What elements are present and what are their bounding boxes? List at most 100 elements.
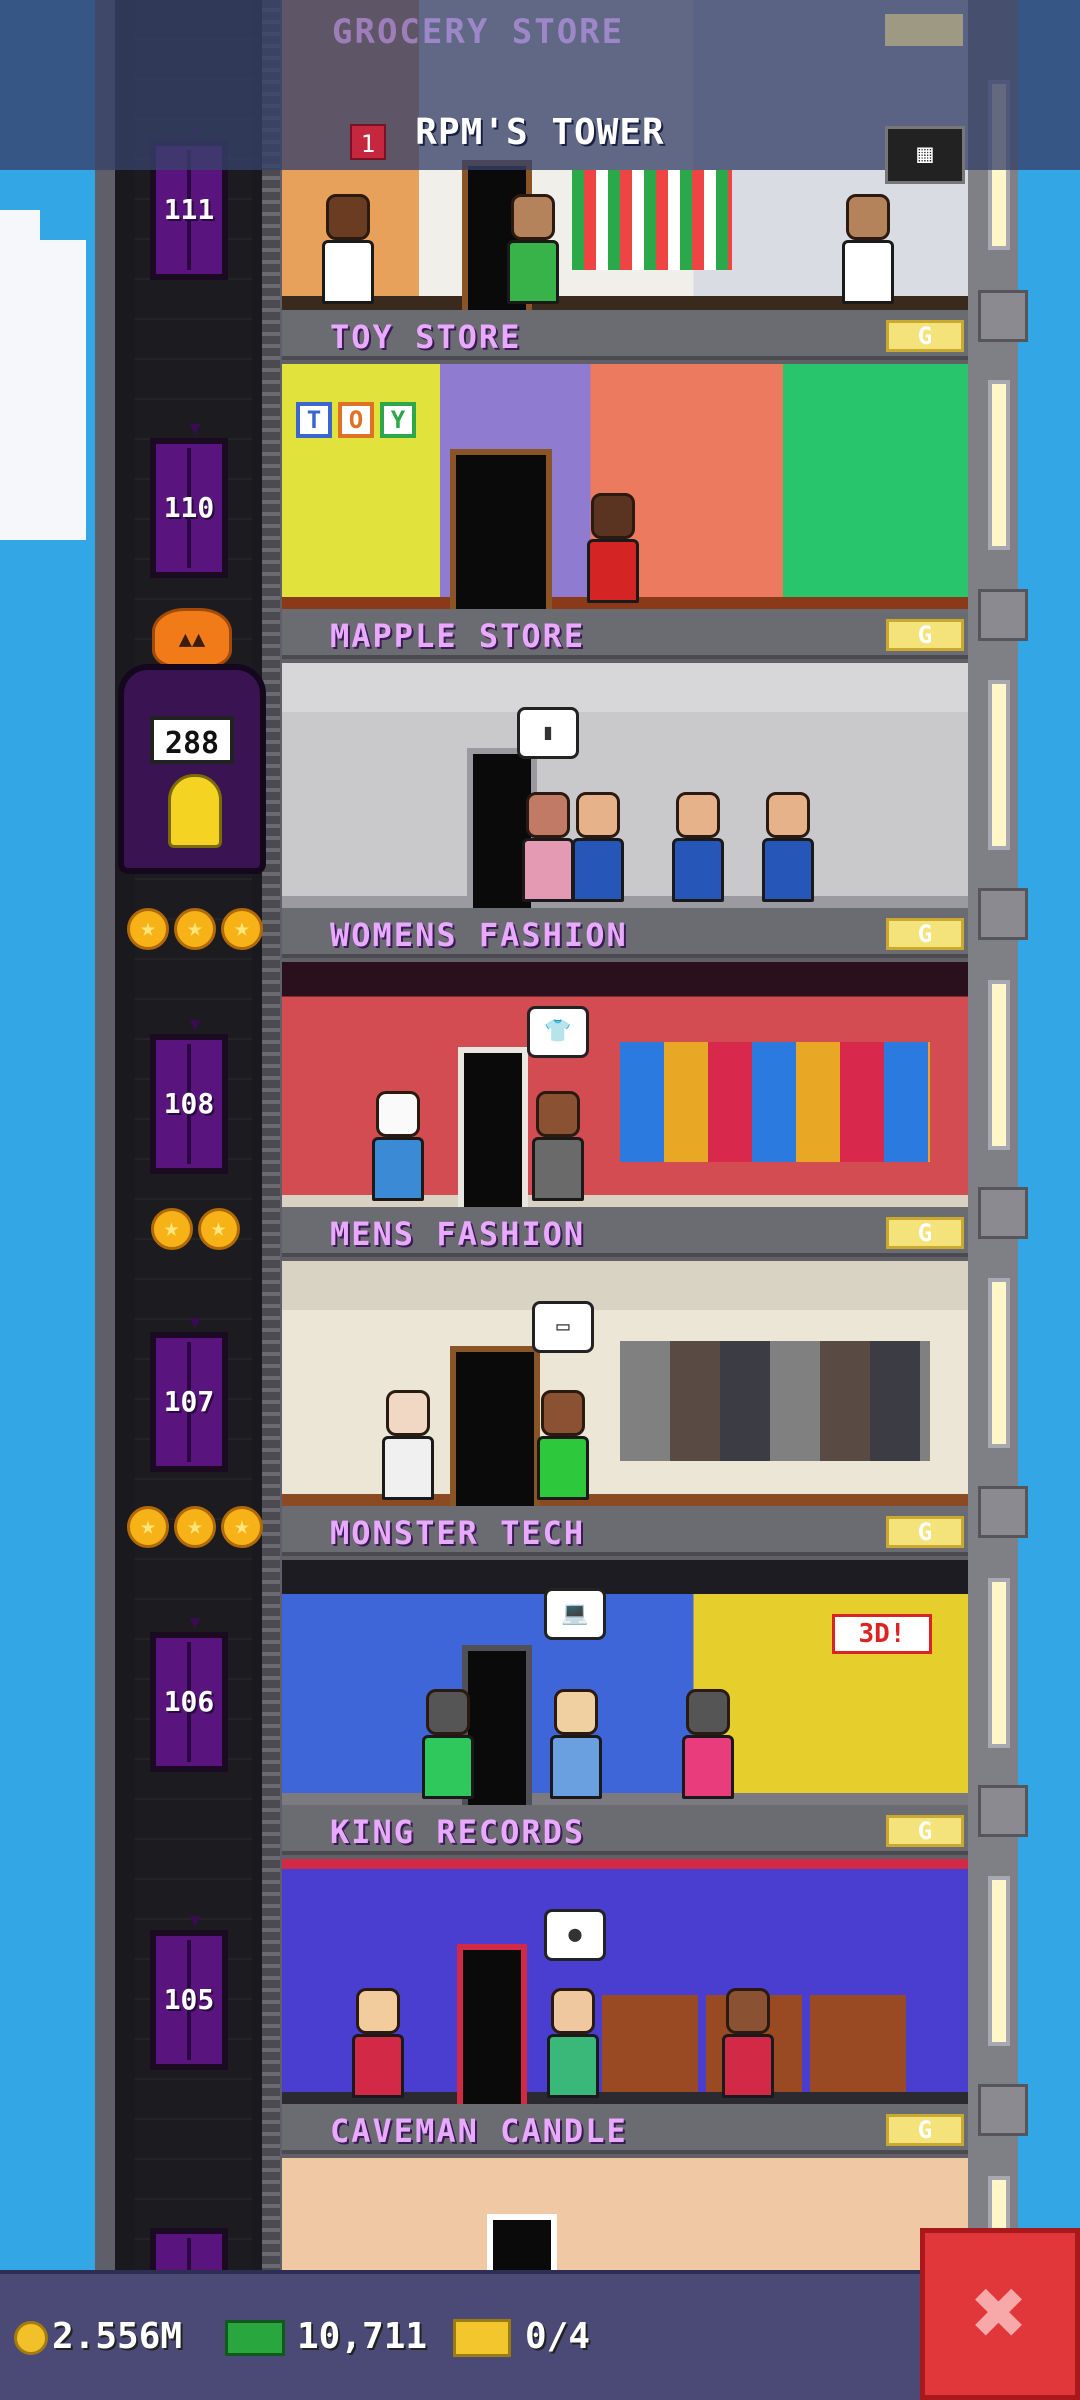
floor-status-badge: G	[886, 1516, 964, 1548]
floor-monster-tech[interactable]: MONSTER TECH G 3D! 💻	[282, 1506, 968, 1805]
tower-window	[988, 980, 1010, 1150]
toy-sign: T O Y	[296, 402, 416, 438]
star-icon: ★	[174, 1506, 216, 1548]
floor-status-badge: G	[886, 1217, 964, 1249]
floor-room: ▭	[282, 1261, 968, 1506]
tower-bracket	[978, 290, 1028, 342]
floor-name: KING RECORDS	[330, 1813, 586, 1851]
floor-status-badge: G	[886, 619, 964, 651]
coins-value: 2.556M	[52, 2316, 183, 2357]
elevator-car[interactable]: ▼ 107	[150, 1314, 228, 1472]
tower-bracket	[978, 589, 1028, 641]
floor-room	[282, 2158, 968, 2274]
elevator-floor-label: 105	[163, 1983, 215, 2016]
floor-room: T O Y	[282, 364, 968, 609]
shop-door	[487, 2214, 557, 2274]
tower-bracket	[978, 1785, 1028, 1837]
shop-worker	[842, 194, 894, 304]
zombie-worker	[422, 1689, 474, 1799]
customer	[532, 1091, 584, 1201]
shop-door	[457, 1944, 527, 2104]
king-worker	[722, 1988, 774, 2098]
star-icon: ★	[197, 1208, 240, 1250]
laptop-thought-bubble[interactable]: 💻	[544, 1588, 606, 1640]
floor-status-badge: G	[886, 320, 964, 352]
toy-sign-letter: Y	[380, 402, 416, 438]
faded-floor-name: GROCERY STORE	[332, 12, 625, 52]
special-elevator-car[interactable]: 288	[118, 664, 266, 874]
ceiling-trim	[282, 1859, 968, 1869]
ceiling	[282, 1560, 968, 1594]
bat-icon: ▼	[189, 1014, 201, 1035]
floor-name: WOMENS FASHION	[330, 916, 628, 954]
shop-worker	[762, 792, 814, 902]
coins-display[interactable]: 2.556M	[14, 2312, 182, 2362]
customer	[522, 792, 574, 902]
floor-room: 3D! 💻	[282, 1560, 968, 1805]
star-icon: ★	[127, 908, 169, 950]
stars-rating: ★ ★ ★	[120, 1506, 270, 1552]
elevator-car[interactable]: ▼ 108	[150, 1016, 228, 1174]
floor-base	[282, 896, 968, 908]
floor-name: CAVEMAN CANDLE	[330, 2112, 628, 2150]
customer	[550, 1689, 602, 1799]
floor-name: MAPPLE STORE	[330, 617, 586, 655]
close-button[interactable]: ✖	[920, 2228, 1080, 2400]
tickets-display[interactable]: 0/4	[453, 2312, 590, 2362]
clothing-rack	[620, 1042, 930, 1162]
floor-status-badge: G	[886, 1815, 964, 1847]
star-icon: ★	[127, 1506, 169, 1548]
ipod-thought-bubble[interactable]: ▮	[517, 707, 579, 759]
tower-window	[988, 380, 1010, 550]
customer	[537, 1390, 589, 1500]
floor-caveman-candle[interactable]: CAVEMAN CANDLE G	[282, 2104, 968, 2274]
star-icon: ★	[221, 908, 263, 950]
floor-toy-store[interactable]: TOY STORE G T O Y	[282, 310, 968, 609]
bux-value: 10,711	[297, 2316, 428, 2357]
ticket-icon	[453, 2319, 511, 2357]
elevator-floor-label: 106	[163, 1685, 215, 1718]
status-bar: 2.556M 10,711 0/4	[0, 2270, 920, 2400]
shop-door	[458, 1047, 528, 1207]
stars-rating: ★ ★ ★	[120, 908, 270, 954]
floor-room: ●	[282, 1859, 968, 2104]
elevator-car[interactable]: ▼ 106	[150, 1614, 228, 1772]
bux-display[interactable]: 10,711	[225, 2312, 427, 2362]
shop-door	[450, 449, 552, 609]
floor-mens-fashion[interactable]: MENS FASHION G ▭	[282, 1207, 968, 1506]
tower-window	[988, 1876, 1010, 2046]
tower-bracket	[978, 1486, 1028, 1538]
zombie-worker	[682, 1689, 734, 1799]
star-icon: ★	[221, 1506, 263, 1548]
shop-worker	[382, 1390, 434, 1500]
elevator-rail	[262, 0, 280, 2400]
tickets-value: 0/4	[525, 2316, 591, 2357]
floor-king-records[interactable]: KING RECORDS G ●	[282, 1805, 968, 2104]
shirt-thought-bubble[interactable]: 👕	[527, 1006, 589, 1058]
floor-base	[282, 1793, 968, 1805]
tower-window	[988, 1278, 1010, 1448]
tower-bracket	[978, 1187, 1028, 1239]
floor-name: MENS FASHION	[330, 1215, 586, 1253]
elevator-floor-label: 108	[163, 1087, 215, 1120]
elevator-floor-label: 110	[163, 491, 215, 524]
shop-worker	[507, 194, 559, 304]
elevator-count: 288	[150, 716, 234, 764]
floor-mapple-store[interactable]: MAPPLE STORE G ▮	[282, 609, 968, 908]
elevator-car[interactable]: ▼ 110	[150, 420, 228, 578]
bat-icon: ▼	[189, 1612, 201, 1633]
wallet-thought-bubble[interactable]: ▭	[532, 1301, 594, 1353]
tower-header: GROCERY STORE 1 RPM'S TOWER ▦	[0, 0, 1080, 184]
toy-sign-letter: O	[338, 402, 374, 438]
floor-womens-fashion[interactable]: WOMENS FASHION G 👕	[282, 908, 968, 1207]
coin-icon	[14, 2321, 48, 2355]
toy-sign-letter: T	[296, 402, 332, 438]
tower-window	[988, 1578, 1010, 1748]
building-icon[interactable]: ▦	[885, 126, 965, 184]
elevator-car[interactable]: ▼ 105	[150, 1912, 228, 2070]
customer	[547, 1988, 599, 2098]
tower-bracket	[978, 888, 1028, 940]
record-thought-bubble[interactable]: ●	[544, 1909, 606, 1961]
tower-window	[988, 680, 1010, 850]
pumpkin-icon: ▲▲	[152, 608, 232, 668]
